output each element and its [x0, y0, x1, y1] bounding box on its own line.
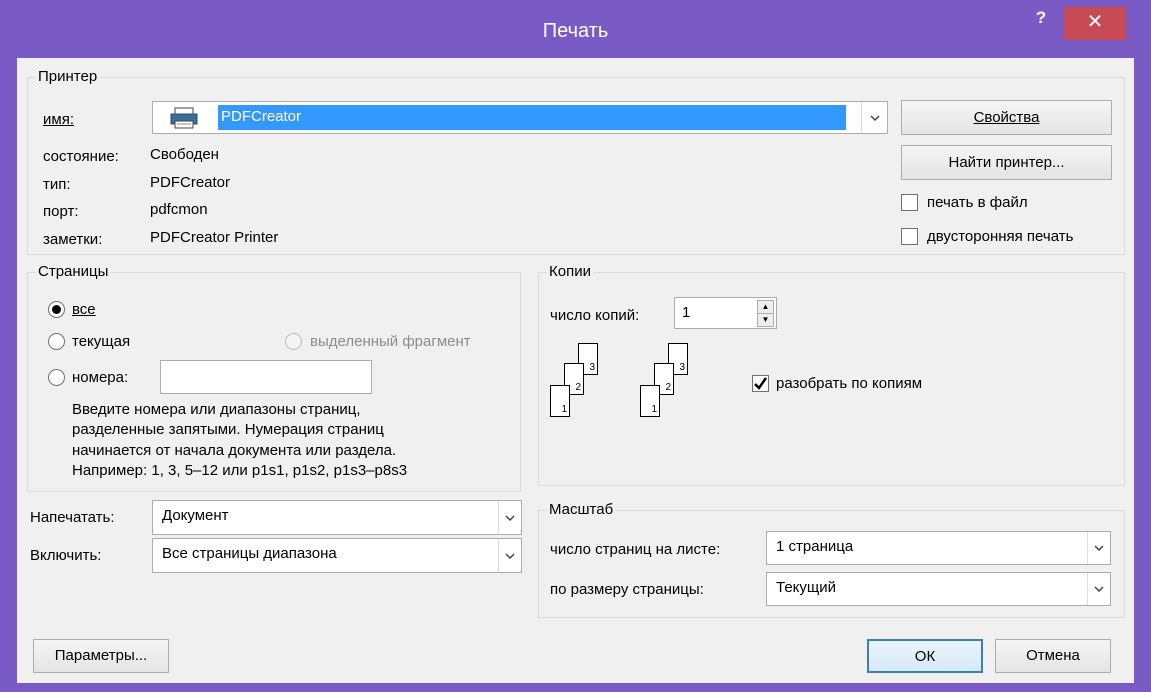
pages-hint-1: Введите номера или диапазоны страниц, — [72, 401, 361, 418]
pages-numbers-input[interactable] — [160, 360, 372, 394]
help-button[interactable]: ? — [1030, 8, 1052, 30]
properties-button[interactable]: Свойства — [901, 100, 1112, 135]
copies-count-value: 1 — [682, 304, 691, 321]
type-label: тип: — [43, 176, 71, 193]
pages-current-radio[interactable] — [48, 333, 65, 350]
pages-all-radio[interactable] — [48, 301, 65, 318]
page-number-3b: 3 — [679, 362, 685, 373]
printer-select[interactable]: PDFCreator — [152, 101, 888, 134]
options-label: Параметры... — [54, 647, 148, 664]
chevron-down-icon[interactable] — [498, 539, 521, 572]
pages-per-sheet-label: число страниц на листе: — [550, 541, 721, 558]
collate-checkbox[interactable] — [752, 375, 769, 392]
print-what-select[interactable]: Документ — [152, 500, 522, 535]
print-to-file-checkbox[interactable] — [901, 194, 918, 211]
window-title: Печать — [542, 20, 609, 42]
ok-label: ОК — [914, 648, 936, 665]
include-value: Все страницы диапазона — [162, 545, 337, 562]
checkmark-icon — [754, 377, 768, 390]
options-button[interactable]: Параметры... — [33, 639, 169, 673]
pages-selection-radio — [285, 333, 302, 350]
printer-selected-item: PDFCreator — [218, 105, 846, 130]
pages-per-sheet-select[interactable]: 1 страница — [766, 531, 1111, 565]
port-label: порт: — [43, 203, 79, 220]
copies-legend: Копии — [547, 263, 593, 280]
duplex-checkbox[interactable] — [901, 228, 918, 245]
printer-legend: Принтер — [36, 68, 100, 85]
printer-name-label: имя: — [43, 111, 74, 128]
notes-value: PDFCreator Printer — [150, 229, 279, 246]
title-bar[interactable]: Печать ? ✕ — [0, 0, 1151, 58]
collated-pages-icon: 3 2 1 — [640, 341, 715, 431]
copies-count-spinner[interactable]: 1 ▲ ▼ — [674, 297, 777, 329]
pages-per-sheet-value: 1 страница — [776, 538, 854, 555]
cancel-label: Отмена — [1026, 647, 1080, 664]
pages-legend: Страницы — [36, 263, 111, 280]
pages-numbers-radio[interactable] — [48, 369, 65, 386]
printer-name-value: PDFCreator — [221, 108, 302, 125]
pages-numbers-label[interactable]: номера: — [72, 369, 128, 386]
ok-button[interactable]: ОК — [867, 639, 983, 673]
cancel-button[interactable]: Отмена — [995, 639, 1111, 673]
page-number-1: 1 — [561, 404, 567, 415]
status-value: Свободен — [150, 146, 219, 163]
scale-label: по размеру страницы: — [550, 581, 704, 598]
chevron-down-icon[interactable] — [1087, 532, 1110, 564]
find-printer-button[interactable]: Найти принтер... — [901, 145, 1112, 180]
spin-down-icon[interactable]: ▼ — [757, 313, 774, 327]
page-number-1b: 1 — [651, 404, 657, 415]
print-what-label: Напечатать: — [30, 509, 115, 526]
uncollated-pages-icon: 3 2 1 — [550, 341, 625, 431]
page-number-3: 3 — [589, 362, 595, 373]
pages-hint-4: Например: 1, 3, 5–12 или p1s1, p1s2, p1s… — [72, 462, 408, 479]
include-label: Включить: — [30, 547, 102, 564]
scale-value: Текущий — [776, 579, 836, 596]
pages-current-label[interactable]: текущая — [72, 333, 130, 350]
chevron-down-icon[interactable] — [1087, 573, 1110, 605]
type-value: PDFCreator — [150, 174, 231, 191]
copies-count-label: число копий: — [550, 307, 640, 324]
properties-label: Свойства — [973, 109, 1040, 126]
page-number-2b: 2 — [665, 382, 671, 393]
zoom-legend: Масштаб — [547, 501, 616, 518]
print-what-value: Документ — [162, 507, 229, 524]
page-number-2: 2 — [575, 382, 581, 393]
scale-select[interactable]: Текущий — [766, 572, 1111, 606]
print-to-file-label[interactable]: печать в файл — [927, 194, 1028, 211]
close-button[interactable]: ✕ — [1064, 7, 1126, 40]
port-value: pdfcmon — [150, 201, 208, 218]
pages-hint-2: разделенные запятыми. Нумерация страниц — [72, 421, 384, 438]
duplex-label[interactable]: двусторонняя печать — [927, 228, 1073, 245]
spin-up-icon[interactable]: ▲ — [757, 300, 774, 314]
chevron-down-icon[interactable] — [861, 102, 887, 133]
collate-label[interactable]: разобрать по копиям — [776, 375, 922, 392]
include-select[interactable]: Все страницы диапазона — [152, 538, 522, 573]
dialog-client: Принтер имя: PDFCreator состояние: Свобо… — [17, 58, 1134, 683]
status-label: состояние: — [43, 148, 119, 165]
notes-label: заметки: — [43, 231, 103, 248]
chevron-down-icon[interactable] — [498, 501, 521, 534]
pages-selection-label: выделенный фрагмент — [310, 333, 471, 350]
pages-all-label[interactable]: все — [72, 301, 96, 318]
printer-icon — [155, 104, 215, 131]
find-printer-label: Найти принтер... — [948, 154, 1065, 171]
pages-hint-3: начинается от начала документа или разде… — [72, 442, 397, 459]
print-dialog: Печать ? ✕ Принтер имя: PDFCreator состо… — [0, 0, 1151, 692]
